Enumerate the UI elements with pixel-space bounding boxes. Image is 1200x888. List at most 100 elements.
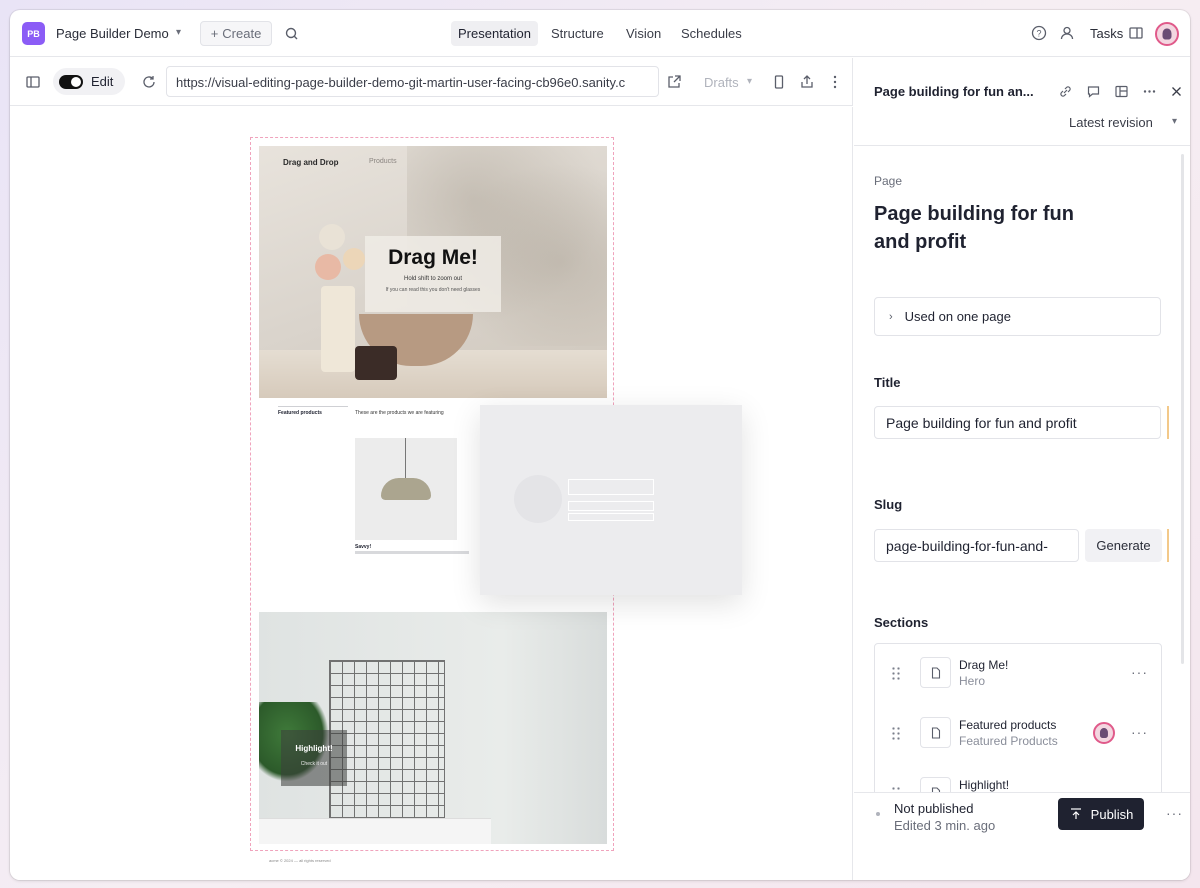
url-input[interactable]: https://visual-editing-page-builder-demo… bbox=[166, 66, 659, 97]
section-title: Featured products bbox=[959, 718, 1057, 732]
generate-button[interactable]: Generate bbox=[1085, 529, 1162, 562]
create-label: Create bbox=[222, 26, 262, 41]
link-icon[interactable] bbox=[1057, 83, 1074, 100]
drag-handle-icon[interactable] bbox=[891, 726, 901, 740]
featured-intro[interactable]: These are the products we are featuring bbox=[355, 410, 444, 416]
publish-status: Not published bbox=[894, 801, 974, 816]
tab-schedules[interactable]: Schedules bbox=[674, 21, 749, 46]
site-nav-link[interactable]: Products bbox=[369, 158, 397, 165]
more-icon[interactable]: ··· bbox=[1131, 724, 1148, 740]
top-bar: PB Page Builder Demo ▾ + Create Presenta… bbox=[10, 10, 1190, 57]
slug-field[interactable]: page-building-for-fun-and- bbox=[874, 529, 1079, 562]
lamp-shade bbox=[381, 478, 431, 500]
search-icon[interactable] bbox=[282, 24, 302, 44]
decor-ball bbox=[343, 248, 365, 270]
workspace-name[interactable]: Page Builder Demo bbox=[56, 26, 169, 41]
user-avatar[interactable] bbox=[1155, 22, 1179, 46]
revision-select[interactable]: Latest revision bbox=[1069, 115, 1153, 130]
panel-icon[interactable] bbox=[1127, 24, 1145, 42]
hero-note: If you can read this you don't need glas… bbox=[385, 287, 481, 293]
site-footer: acme © 2024 — all rights reserved bbox=[269, 858, 331, 863]
edit-toggle[interactable]: Edit bbox=[53, 68, 125, 95]
tab-presentation[interactable]: Presentation bbox=[451, 21, 538, 46]
publish-label: Publish bbox=[1090, 806, 1134, 822]
create-button[interactable]: + Create bbox=[200, 21, 272, 46]
more-icon[interactable]: ··· bbox=[1166, 805, 1183, 821]
document-icon bbox=[920, 657, 951, 688]
layout-icon[interactable] bbox=[1113, 83, 1130, 100]
publish-button[interactable]: Publish bbox=[1058, 798, 1144, 830]
comment-icon[interactable] bbox=[1085, 83, 1102, 100]
collaborator-avatar[interactable] bbox=[1093, 722, 1115, 744]
shelf bbox=[259, 818, 491, 844]
status-dot bbox=[876, 812, 880, 816]
document-type: Page bbox=[874, 174, 903, 188]
external-link-icon[interactable] bbox=[665, 73, 683, 91]
refresh-icon[interactable] bbox=[140, 73, 158, 91]
ghost-line bbox=[568, 513, 654, 521]
product-image[interactable] bbox=[355, 438, 457, 540]
toggle-switch[interactable] bbox=[59, 74, 83, 89]
document-title: Page building for fun and profit bbox=[874, 203, 1074, 253]
tasks-button[interactable]: Tasks bbox=[1090, 26, 1123, 41]
hero-title: Drag Me! bbox=[388, 246, 478, 269]
preview-canvas[interactable]: Drag and Drop Products Drag Me! Hold shi… bbox=[10, 107, 853, 880]
svg-text:?: ? bbox=[1036, 29, 1041, 39]
document-panel: Page building for fun an... Latest revis… bbox=[854, 58, 1190, 880]
site-logo[interactable]: Drag and Drop bbox=[283, 158, 339, 167]
perspective-select[interactable]: Drafts bbox=[704, 75, 739, 90]
sidebar-icon[interactable] bbox=[24, 73, 42, 91]
used-on-toggle[interactable]: › Used on one page bbox=[874, 297, 1161, 336]
edited-timestamp: Edited 3 min. ago bbox=[894, 818, 996, 833]
app-badge[interactable]: PB bbox=[22, 22, 45, 45]
chevron-down-icon[interactable]: ▾ bbox=[747, 76, 752, 87]
tab-structure[interactable]: Structure bbox=[544, 21, 611, 46]
share-icon[interactable] bbox=[798, 73, 816, 91]
more-icon[interactable] bbox=[826, 73, 844, 91]
drag-handle-icon[interactable] bbox=[891, 666, 901, 680]
panel-header: Page building for fun an... Latest revis… bbox=[854, 58, 1190, 146]
more-icon[interactable] bbox=[1141, 83, 1158, 100]
panel-title: Page building for fun an... bbox=[874, 84, 1034, 99]
hero-card[interactable]: Drag Me! Hold shift to zoom out If you c… bbox=[365, 236, 501, 312]
decor-ball bbox=[319, 224, 345, 250]
feature-cta[interactable]: Check it out bbox=[281, 761, 347, 767]
tab-vision[interactable]: Vision bbox=[619, 21, 668, 46]
sections-field-label: Sections bbox=[874, 615, 929, 630]
title-field[interactable]: Page building for fun and profit bbox=[874, 406, 1161, 439]
close-icon[interactable] bbox=[1168, 83, 1185, 100]
user-icon[interactable] bbox=[1058, 24, 1076, 42]
product-name[interactable]: Savvy! bbox=[355, 544, 371, 550]
publish-footer: Not published Edited 3 min. ago Publish … bbox=[854, 792, 1190, 880]
slug-field-label: Slug bbox=[874, 497, 903, 512]
mobile-icon[interactable] bbox=[770, 73, 788, 91]
feature-section[interactable]: Highlight! Check it out bbox=[259, 612, 607, 844]
chevron-down-icon[interactable]: ▾ bbox=[1172, 116, 1177, 127]
help-icon[interactable]: ? bbox=[1030, 24, 1048, 42]
product-divider bbox=[355, 551, 469, 554]
jar bbox=[355, 346, 397, 380]
used-on-label: Used on one page bbox=[904, 309, 1011, 324]
change-indicator bbox=[1167, 406, 1169, 439]
panel-scrollbar[interactable] bbox=[1181, 154, 1184, 664]
drag-ghost[interactable] bbox=[480, 405, 742, 595]
hero-section[interactable]: Drag and Drop Products Drag Me! Hold shi… bbox=[259, 146, 607, 398]
hero-subtitle: Hold shift to zoom out bbox=[403, 276, 463, 282]
ghost-avatar bbox=[514, 475, 562, 523]
preview-toolbar: Edit https://visual-editing-page-builder… bbox=[10, 58, 853, 106]
featured-heading[interactable]: Featured products bbox=[278, 406, 348, 416]
change-indicator bbox=[1167, 529, 1169, 562]
section-title: Drag Me! bbox=[959, 658, 1009, 672]
section-type: Hero bbox=[959, 674, 986, 688]
list-item[interactable]: Featured products Featured Products ··· bbox=[875, 704, 1161, 764]
section-type: Featured Products bbox=[959, 734, 1058, 748]
feature-title: Highlight! bbox=[295, 744, 333, 753]
feature-card[interactable]: Highlight! Check it out bbox=[281, 730, 347, 786]
document-icon bbox=[920, 717, 951, 748]
chevron-down-icon[interactable]: ▾ bbox=[176, 27, 181, 38]
list-item[interactable]: Drag Me! Hero ··· bbox=[875, 644, 1161, 704]
app-window: PB Page Builder Demo ▾ + Create Presenta… bbox=[10, 10, 1190, 880]
section-title: Highlight! bbox=[959, 778, 1010, 792]
more-icon[interactable]: ··· bbox=[1131, 664, 1148, 680]
title-field-label: Title bbox=[874, 375, 901, 390]
